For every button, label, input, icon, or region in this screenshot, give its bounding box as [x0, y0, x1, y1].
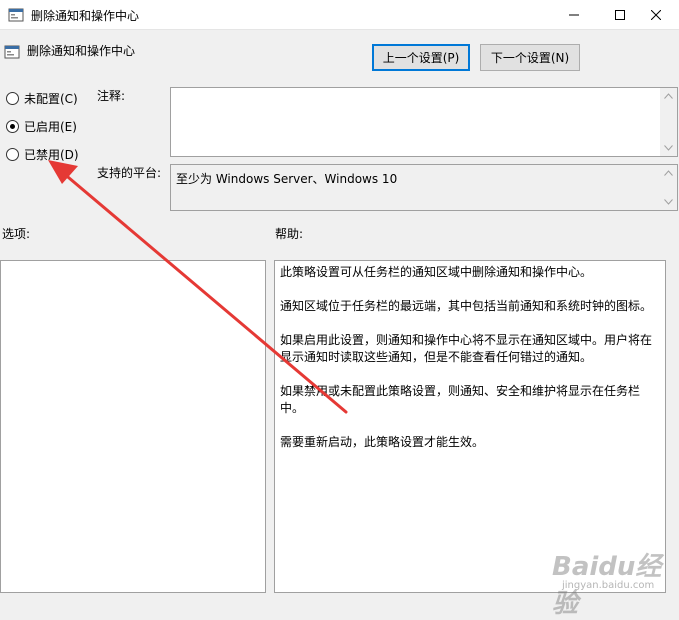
radio-button[interactable] [6, 148, 19, 161]
comment-label: 注释: [97, 89, 126, 103]
policy-app-icon [8, 8, 24, 22]
help-paragraph: 此策略设置可从任务栏的通知区域中删除通知和操作中心。 [280, 265, 593, 279]
baidu-watermark: Baidu经验 jingyan.baidu.com [552, 546, 672, 619]
radio-label: 已启用(E) [24, 120, 77, 134]
help-paragraph: 如果禁用或未配置此策略设置，则通知、安全和维护将显示在任务栏中。 [280, 384, 641, 415]
help-pane: 此策略设置可从任务栏的通知区域中删除通知和操作中心。 通知区域位于任务栏的最远端… [274, 260, 666, 593]
close-icon [651, 10, 661, 20]
title-bar: 删除通知和操作中心 [0, 0, 679, 30]
previous-setting-button[interactable]: 上一个设置(P) [372, 44, 470, 71]
supported-platform-box: 至少为 Windows Server、Windows 10 [170, 164, 678, 211]
radio-label: 已禁用(D) [24, 148, 79, 162]
radio-label: 未配置(C) [24, 92, 78, 106]
watermark-url: jingyan.baidu.com [562, 580, 655, 591]
scroll-up-icon[interactable] [664, 93, 673, 99]
policy-setting-icon [4, 45, 20, 59]
window-title: 删除通知和操作中心 [31, 9, 140, 23]
minimize-icon [569, 14, 579, 16]
scroll-up-icon[interactable] [664, 170, 673, 176]
scroll-down-icon[interactable] [664, 145, 673, 151]
close-button[interactable] [633, 0, 679, 30]
minimize-button[interactable] [551, 0, 597, 30]
help-label: 帮助: [275, 227, 304, 241]
maximize-icon [615, 10, 625, 20]
scroll-down-icon[interactable] [664, 199, 673, 205]
options-pane [0, 260, 266, 593]
setting-title: 删除通知和操作中心 [27, 44, 136, 58]
next-setting-button[interactable]: 下一个设置(N) [480, 44, 580, 71]
radio-button[interactable] [6, 120, 19, 133]
options-label: 选项: [2, 227, 31, 241]
platform-label: 支持的平台: [97, 166, 162, 180]
help-paragraph: 如果启用此设置，则通知和操作中心将不显示在通知区域中。用户将在显示通知时读取这些… [280, 333, 653, 364]
radio-button[interactable] [6, 92, 19, 105]
platform-value: 至少为 Windows Server、Windows 10 [176, 172, 398, 186]
platform-scrollbar[interactable] [660, 165, 677, 210]
comment-textarea[interactable] [170, 87, 678, 157]
comment-scrollbar[interactable] [660, 88, 677, 156]
help-paragraph: 通知区域位于任务栏的最远端，其中包括当前通知和系统时钟的图标。 [280, 299, 653, 313]
help-paragraph: 需要重新启动，此策略设置才能生效。 [280, 435, 485, 449]
